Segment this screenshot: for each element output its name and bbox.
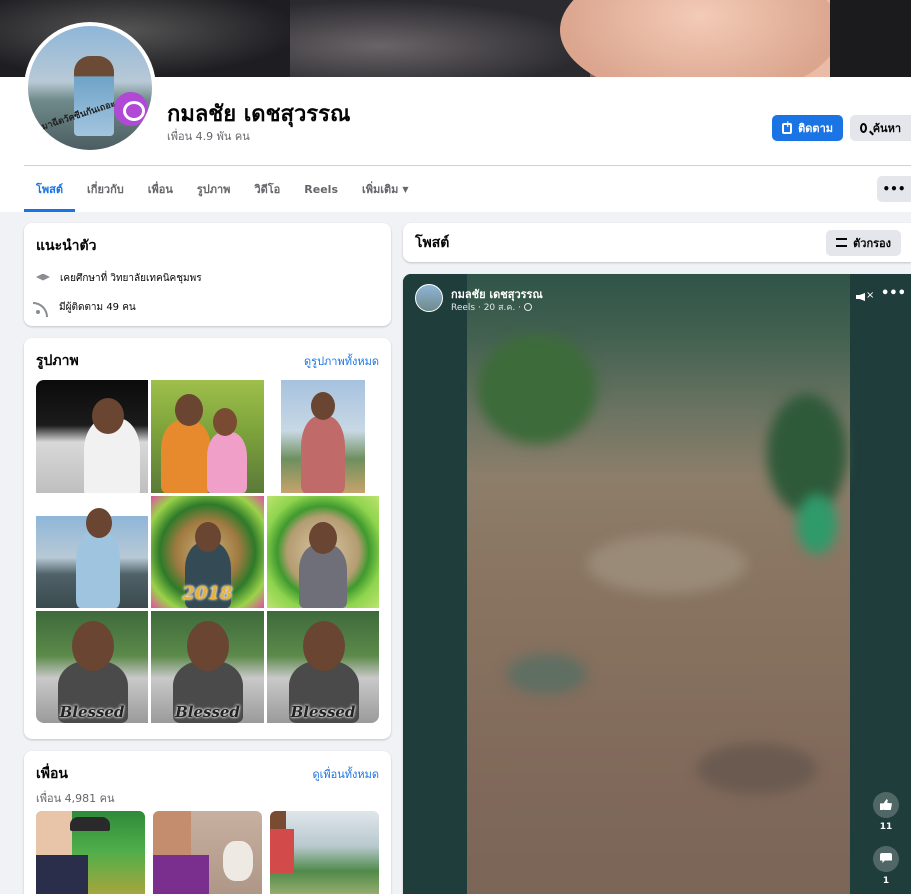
photos-card: รูปภาพ ดูรูปภาพทั้งหมด 2018 Blessed Bles… <box>24 338 391 739</box>
reel-comment-count: 1 <box>882 876 890 886</box>
reel-video[interactable] <box>467 274 850 894</box>
photo-thumbnail[interactable] <box>267 380 379 493</box>
tab-photos[interactable]: รูปภาพ <box>185 166 243 212</box>
reel-meta: Reels · 20 ส.ค. · <box>451 300 532 314</box>
photo-thumbnail[interactable] <box>36 496 148 608</box>
globe-icon <box>523 303 532 311</box>
friend-thumbnail[interactable] <box>36 811 145 894</box>
photo-thumbnail[interactable] <box>36 380 148 493</box>
photo-caption: Blessed <box>59 703 125 721</box>
heart-icon <box>114 92 148 126</box>
friend-grid <box>36 811 379 894</box>
photo-caption: Blessed <box>175 703 240 721</box>
caret-down-icon: ▼ <box>402 184 409 194</box>
intro-card: แนะนำตัว เคยศึกษาที่ วิทยาลัยเทคนิคชุมพร… <box>24 223 391 326</box>
reel-post[interactable]: กมลชัย เดชสุวรรณ Reels · 20 ส.ค. · ••• 1… <box>403 274 911 894</box>
photo-grid: 2018 Blessed Blessed Blessed <box>36 380 379 723</box>
friend-thumbnail[interactable] <box>153 811 262 894</box>
posts-header: โพสต์ ตัวกรอง <box>403 223 911 262</box>
graduation-cap-icon <box>36 273 50 281</box>
photo-thumbnail[interactable]: 2018 <box>151 496 264 608</box>
like-icon[interactable] <box>873 792 899 818</box>
photo-thumbnail[interactable] <box>267 496 379 608</box>
photos-title[interactable]: รูปภาพ <box>36 350 79 372</box>
volume-muted-icon[interactable] <box>856 290 874 304</box>
tab-more[interactable]: เพิ่มเติม ▼ <box>350 166 421 212</box>
friends-title[interactable]: เพื่อน <box>36 763 68 785</box>
photo-thumbnail[interactable]: Blessed <box>36 611 148 723</box>
intro-followers: มีผู้ติดตาม 49 คน <box>33 300 379 317</box>
rss-icon <box>33 301 49 317</box>
photo-thumbnail[interactable]: Blessed <box>267 611 379 723</box>
friends-total: เพื่อน 4,981 คน <box>36 792 115 805</box>
photo-thumbnail[interactable] <box>151 380 264 493</box>
follow-button[interactable]: ติดตาม <box>772 115 843 141</box>
search-icon <box>860 123 867 133</box>
friend-thumbnail[interactable] <box>270 811 379 894</box>
tab-posts[interactable]: โพสต์ <box>24 166 76 212</box>
reel-like-count: 11 <box>879 822 893 832</box>
intro-title: แนะนำตัว <box>36 238 97 254</box>
photo-thumbnail[interactable]: Blessed <box>151 611 264 723</box>
tab-about[interactable]: เกี่ยวกับ <box>75 166 136 212</box>
search-button[interactable]: ค้นหา <box>850 115 911 141</box>
profile-name: กมลชัย เดชสุวรรณ <box>167 102 351 127</box>
see-all-photos-link[interactable]: ดูรูปภาพทั้งหมด <box>304 352 379 370</box>
friends-card: เพื่อน ดูเพื่อนทั้งหมด เพื่อน 4,981 คน <box>24 751 391 894</box>
comment-icon[interactable] <box>873 846 899 872</box>
posts-title: โพสต์ <box>415 234 450 251</box>
profile-tabs: โพสต์ เกี่ยวกับ เพื่อน รูปภาพ วิดีโอ Ree… <box>24 166 421 212</box>
profile-avatar[interactable]: มาฉีดวัคซีนกันเถอะ <box>24 22 156 154</box>
profile-header: มาฉีดวัคซีนกันเถอะ กมลชัย เดชสุวรรณ เพื่… <box>0 0 911 212</box>
friends-count[interactable]: เพื่อน 4.9 พัน คน <box>167 127 250 145</box>
filter-icon <box>836 238 848 247</box>
see-all-friends-link[interactable]: ดูเพื่อนทั้งหมด <box>312 765 379 783</box>
tab-reels[interactable]: Reels <box>292 166 350 212</box>
more-options-button[interactable]: ••• <box>877 176 911 202</box>
photo-caption: Blessed <box>290 703 356 721</box>
reel-like-action[interactable]: 11 <box>871 792 901 832</box>
filter-button[interactable]: ตัวกรอง <box>826 229 901 256</box>
intro-education: เคยศึกษาที่ วิทยาลัยเทคนิคชุมพร <box>36 271 379 286</box>
photo-caption: 2018 <box>182 583 233 604</box>
tab-friends[interactable]: เพื่อน <box>136 166 185 212</box>
reel-comment-action[interactable]: 1 <box>871 846 901 886</box>
tab-videos[interactable]: วิดีโอ <box>242 166 292 212</box>
reel-more-button[interactable]: ••• <box>881 286 906 301</box>
follow-icon <box>782 120 793 134</box>
reel-author-avatar[interactable] <box>415 284 443 312</box>
